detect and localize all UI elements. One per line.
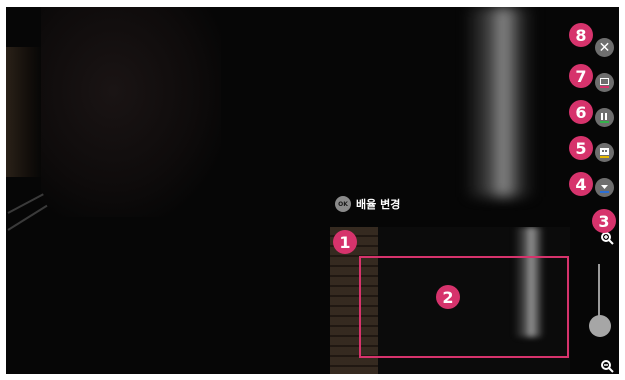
- tv-screen: [6, 7, 619, 374]
- close-button[interactable]: ✕: [595, 38, 614, 57]
- change-zoom-label: 배율 변경: [356, 198, 401, 211]
- marker-6: 6: [569, 100, 593, 124]
- scene-light-glow: [464, 7, 536, 197]
- change-zoom-hint[interactable]: OK 배율 변경: [335, 195, 400, 213]
- scene-dark-shape: [41, 7, 221, 217]
- marker-1: 1: [333, 230, 357, 254]
- zoom-out-icon[interactable]: [600, 359, 614, 373]
- zoom-in-icon[interactable]: [600, 231, 614, 245]
- grid-icon: [600, 148, 609, 158]
- move-down-button[interactable]: [595, 178, 614, 197]
- ok-button-icon: OK: [335, 196, 351, 212]
- pause-icon: [600, 113, 609, 123]
- marker-7: 7: [569, 64, 593, 88]
- zoom-area-rect[interactable]: [359, 256, 569, 358]
- capture-icon: [600, 78, 609, 88]
- marker-2: 2: [436, 285, 460, 309]
- marker-4: 4: [569, 172, 593, 196]
- capture-button[interactable]: [595, 73, 614, 92]
- move-down-icon: [600, 185, 609, 193]
- close-icon: ✕: [598, 39, 611, 56]
- pause-button[interactable]: [595, 108, 614, 127]
- grid-button[interactable]: [595, 143, 614, 162]
- marker-8: 8: [569, 23, 593, 47]
- marker-5: 5: [569, 136, 593, 160]
- zoom-slider-thumb[interactable]: [589, 315, 611, 337]
- scene-wall-edge: [6, 47, 42, 177]
- marker-3: 3: [592, 209, 616, 233]
